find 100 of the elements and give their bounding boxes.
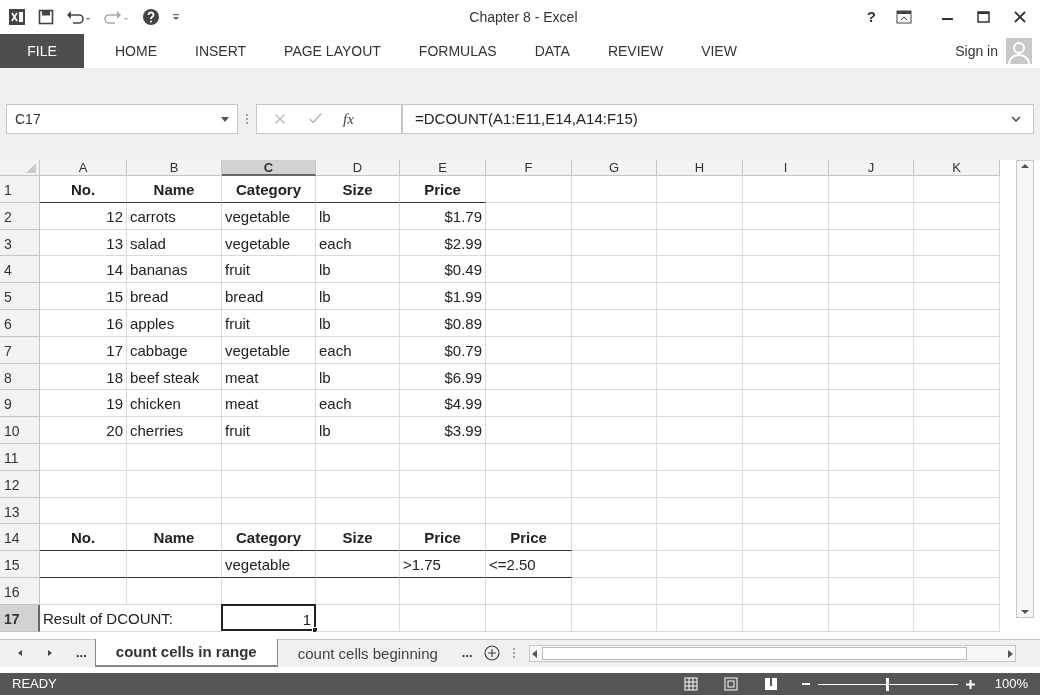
zoom-slider[interactable] — [817, 677, 958, 691]
row-header[interactable]: 2 — [0, 202, 40, 230]
table-cell: 13 — [40, 229, 127, 257]
row-header[interactable]: 16 — [0, 577, 40, 605]
status-text: READY — [12, 675, 57, 694]
formula-field[interactable]: =DCOUNT(A1:E11,E14,A14:F15) — [402, 104, 1034, 134]
selected-cell[interactable]: 1 — [221, 603, 316, 631]
row-header[interactable]: 1 — [0, 176, 40, 203]
column-header[interactable]: D — [316, 160, 400, 176]
table-cell: chicken — [127, 390, 222, 418]
table-cell: each — [316, 229, 400, 257]
name-box[interactable]: C17 — [6, 104, 238, 134]
column-header[interactable]: A — [40, 160, 127, 176]
table-cell: cabbage — [127, 336, 222, 364]
table-cell: vegetable — [222, 229, 316, 257]
table-cell: $6.99 — [400, 363, 486, 391]
ribbon-tab[interactable]: PAGE LAYOUT — [265, 34, 400, 68]
table-cell: bananas — [127, 256, 222, 284]
ribbon-tab[interactable]: FORMULAS — [399, 34, 516, 68]
column-header[interactable]: B — [127, 160, 222, 176]
row-header[interactable]: 5 — [0, 283, 40, 310]
check-icon[interactable] — [307, 112, 323, 126]
row-header[interactable]: 10 — [0, 417, 40, 444]
table-cell: $1.99 — [400, 283, 486, 310]
normal-view-icon[interactable] — [683, 677, 698, 691]
row-header[interactable]: 12 — [0, 470, 40, 498]
row-header[interactable]: 6 — [0, 310, 40, 337]
row-header[interactable]: 13 — [0, 497, 40, 525]
table-cell: beef steak — [127, 363, 222, 391]
zoom-in-icon[interactable] — [965, 679, 975, 689]
column-heading: Price — [400, 524, 486, 552]
horizontal-scrollbar[interactable] — [528, 645, 1016, 662]
expand-icon[interactable] — [1011, 115, 1021, 123]
row-header[interactable]: 9 — [0, 390, 40, 418]
sheet-tab[interactable]: count cells beginning — [277, 640, 458, 668]
column-header[interactable]: I — [743, 160, 829, 176]
table-cell: $3.99 — [400, 417, 486, 444]
table-cell: 20 — [40, 417, 127, 444]
column-heading: No. — [40, 176, 127, 203]
column-header[interactable]: F — [486, 160, 572, 176]
table-cell: lb — [316, 283, 400, 310]
table-cell: lb — [316, 202, 400, 230]
sign-in-link[interactable]: Sign in — [955, 34, 998, 68]
grip-icon — [512, 648, 515, 658]
file-tab[interactable]: FILE — [0, 34, 84, 68]
table-cell: $1.79 — [400, 202, 486, 230]
undo-icon[interactable] — [66, 9, 92, 25]
row-header[interactable]: 11 — [0, 443, 40, 471]
column-heading: Size — [316, 524, 400, 552]
column-header[interactable]: K — [914, 160, 1000, 176]
more-sheets-button[interactable]: ... — [68, 640, 95, 666]
help-button[interactable]: ? — [866, 5, 876, 29]
ribbon-tab[interactable]: DATA — [515, 34, 589, 68]
table-cell: lb — [316, 310, 400, 337]
column-header[interactable]: C — [222, 160, 316, 176]
column-header[interactable]: J — [829, 160, 914, 176]
row-header[interactable]: 8 — [0, 363, 40, 391]
scroll-thumb[interactable] — [541, 647, 967, 660]
row-header[interactable]: 14 — [0, 524, 40, 552]
zoom-level[interactable]: 100% — [994, 674, 1028, 694]
row-header[interactable]: 15 — [0, 551, 40, 578]
row-header[interactable]: 17 — [0, 604, 40, 632]
save-icon[interactable] — [38, 9, 54, 25]
insert-function-button[interactable]: fx — [343, 107, 354, 131]
excel-logo-icon[interactable] — [8, 8, 26, 26]
ribbon-tab[interactable]: HOME — [96, 34, 176, 68]
table-cell: $0.79 — [400, 336, 486, 364]
page-break-icon[interactable] — [763, 677, 778, 691]
table-cell: $0.89 — [400, 310, 486, 337]
ribbon-display-icon[interactable] — [896, 10, 912, 24]
column-header[interactable]: G — [572, 160, 657, 176]
ribbon-tab[interactable]: REVIEW — [588, 34, 683, 68]
sheet-tab[interactable]: count cells in range — [94, 639, 278, 667]
column-header[interactable]: E — [400, 160, 486, 176]
table-cell: each — [316, 390, 400, 418]
more-sheets-button[interactable]: ... — [457, 640, 477, 666]
scroll-left-icon[interactable] — [531, 649, 538, 658]
help-icon[interactable] — [142, 8, 160, 26]
ribbon-tab[interactable]: INSERT — [176, 34, 266, 68]
row-header[interactable]: 4 — [0, 256, 40, 284]
table-cell: lb — [316, 363, 400, 391]
table-cell: vegetable — [222, 336, 316, 364]
table-cell: fruit — [222, 417, 316, 444]
dropdown-icon[interactable] — [221, 116, 229, 122]
fill-handle[interactable] — [312, 626, 318, 633]
row-header[interactable]: 3 — [0, 229, 40, 257]
customize-icon[interactable] — [172, 11, 180, 23]
row-header[interactable]: 7 — [0, 336, 40, 364]
table-cell: fruit — [222, 256, 316, 284]
scroll-down-icon[interactable] — [1020, 607, 1030, 617]
column-heading: Price — [486, 524, 572, 552]
column-header[interactable]: H — [657, 160, 743, 176]
scroll-right-icon[interactable] — [1007, 649, 1013, 658]
table-cell: apples — [127, 310, 222, 337]
ribbon-tab[interactable]: VIEW — [682, 34, 756, 68]
page-layout-icon[interactable] — [723, 677, 738, 691]
zoom-slider-thumb[interactable] — [886, 677, 890, 691]
table-cell: 16 — [40, 310, 127, 337]
table-cell: meat — [222, 390, 316, 418]
vertical-scrollbar[interactable] — [1016, 160, 1034, 618]
